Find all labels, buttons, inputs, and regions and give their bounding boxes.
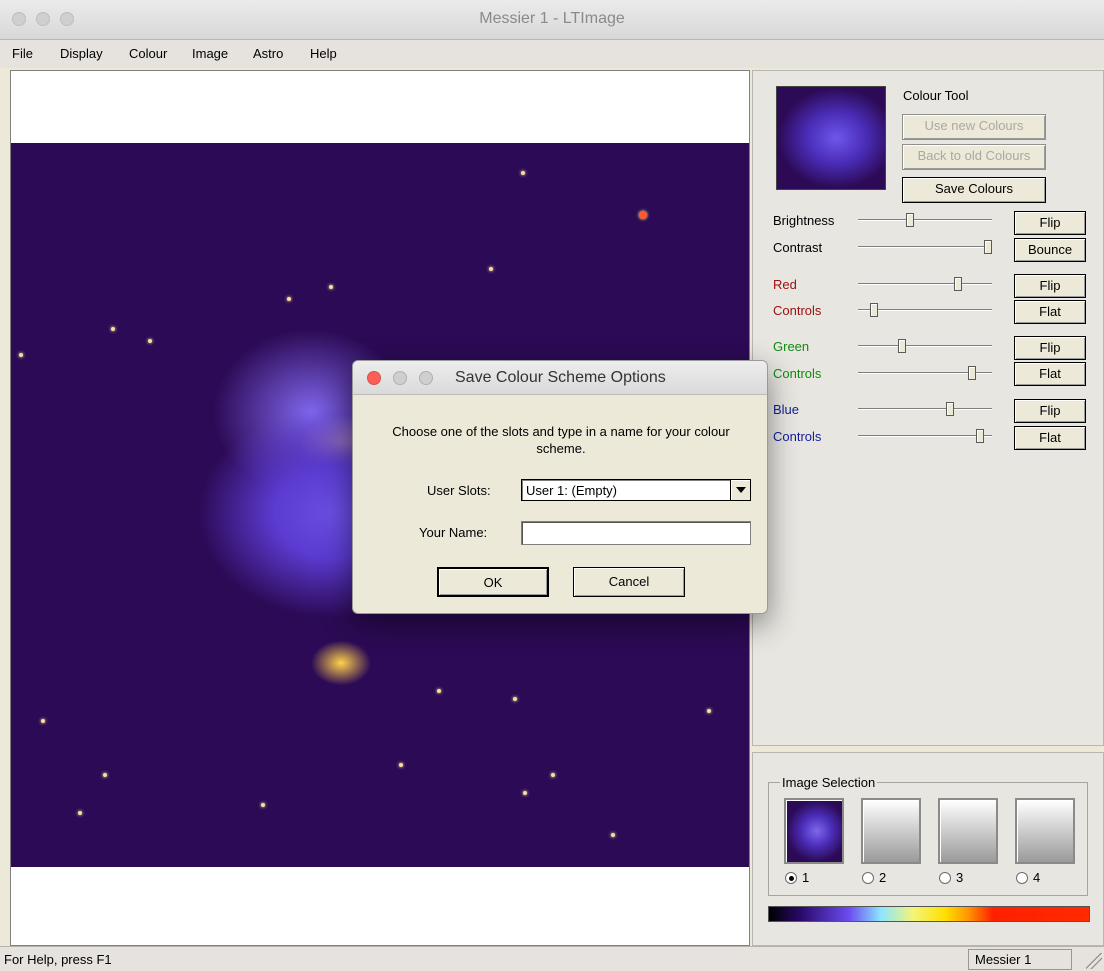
resize-grip-icon[interactable] [1086, 953, 1102, 969]
blue-slider-1[interactable] [858, 402, 992, 416]
your-name-input[interactable] [521, 521, 751, 545]
green-slider-2[interactable] [858, 366, 992, 380]
star [523, 791, 527, 795]
menu-colour[interactable]: Colour [129, 46, 167, 61]
chevron-down-icon[interactable] [730, 480, 750, 500]
star [611, 833, 615, 837]
star [489, 267, 493, 271]
star [148, 339, 152, 343]
blue-label: Blue [773, 402, 800, 417]
menu-display[interactable]: Display [60, 46, 103, 61]
star [329, 285, 333, 289]
star [287, 297, 291, 301]
menu-file[interactable]: File [12, 46, 33, 61]
image-slot-4-radio[interactable] [1016, 872, 1028, 884]
star [399, 763, 403, 767]
save-colours-button[interactable]: Save Colours [902, 177, 1046, 203]
colour-tool-title: Colour Tool [903, 88, 969, 103]
brightness-label: Brightness [773, 213, 835, 228]
red-flat-button[interactable]: Flat [1014, 300, 1086, 324]
star [41, 719, 45, 723]
user-slots-label: User Slots: [427, 483, 491, 498]
star [707, 709, 711, 713]
green-controls-label: Controls [773, 366, 822, 381]
image-slot-1-radio[interactable] [785, 872, 797, 884]
image-slot-4[interactable] [1015, 798, 1075, 864]
green-slider-1[interactable] [858, 339, 992, 353]
status-help-text: For Help, press F1 [4, 952, 112, 967]
star [437, 689, 441, 693]
status-image-name: Messier 1 [968, 949, 1072, 970]
menu-astro[interactable]: Astro [253, 46, 283, 61]
star [103, 773, 107, 777]
image-slot-1-label: 1 [802, 870, 810, 885]
star [111, 327, 115, 331]
green-label: Green [773, 339, 810, 354]
green-flip-button[interactable]: Flip [1014, 336, 1086, 360]
red-flip-button[interactable]: Flip [1014, 274, 1086, 298]
dialog-minimize-icon [393, 371, 407, 385]
star [19, 353, 23, 357]
contrast-bounce-button[interactable]: Bounce [1014, 238, 1086, 262]
red-slider-1[interactable] [858, 277, 992, 291]
star [78, 811, 82, 815]
image-slot-1[interactable] [784, 798, 844, 864]
menu-bar: File Display Colour Image Astro Help [0, 40, 1104, 68]
star [551, 773, 555, 777]
star [261, 803, 265, 807]
brightness-slider[interactable] [858, 213, 992, 227]
image-selection-title: Image Selection [780, 775, 878, 790]
menu-help[interactable]: Help [310, 46, 337, 61]
menu-image[interactable]: Image [192, 46, 228, 61]
application-window: Messier 1 - LTImage File Display Colour … [0, 0, 1104, 971]
your-name-label: Your Name: [419, 525, 488, 540]
dialog-title-bar: Save Colour Scheme Options [353, 361, 767, 395]
red-controls-label: Controls [773, 303, 822, 318]
window-title: Messier 1 - LTImage [479, 10, 625, 27]
contrast-slider[interactable] [858, 240, 992, 254]
image-slot-3-radio[interactable] [939, 872, 951, 884]
colour-scale-bar [768, 906, 1090, 922]
blue-slider-2[interactable] [858, 429, 992, 443]
image-slot-3[interactable] [938, 798, 998, 864]
star [513, 697, 517, 701]
star [639, 211, 647, 219]
brightness-flip-button[interactable]: Flip [1014, 211, 1086, 235]
title-bar: Messier 1 - LTImage [0, 0, 1104, 40]
save-colour-scheme-dialog: Save Colour Scheme Options Choose one of… [352, 360, 768, 614]
dialog-maximize-icon [419, 371, 433, 385]
dialog-message: Choose one of the slots and type in a na… [392, 424, 730, 456]
contrast-label: Contrast [773, 240, 823, 255]
star [521, 171, 525, 175]
back-to-old-colours-button[interactable]: Back to old Colours [902, 144, 1046, 170]
red-slider-2[interactable] [858, 303, 992, 317]
image-slot-2-label: 2 [879, 870, 887, 885]
use-new-colours-button[interactable]: Use new Colours [902, 114, 1046, 140]
blue-flip-button[interactable]: Flip [1014, 399, 1086, 423]
blue-controls-label: Controls [773, 429, 822, 444]
cancel-button[interactable]: Cancel [573, 567, 685, 597]
red-label: Red [773, 277, 797, 292]
user-slots-value: User 1: (Empty) [526, 483, 618, 498]
dialog-close-icon[interactable] [367, 371, 381, 385]
green-flat-button[interactable]: Flat [1014, 362, 1086, 386]
status-bar: For Help, press F1 Messier 1 [0, 946, 1104, 971]
image-slot-2-radio[interactable] [862, 872, 874, 884]
ok-button[interactable]: OK [437, 567, 549, 597]
colour-preview-thumbnail [776, 86, 886, 190]
dialog-title: Save Colour Scheme Options [455, 369, 666, 386]
image-slot-4-label: 4 [1033, 870, 1041, 885]
image-slot-3-label: 3 [956, 870, 964, 885]
image-slot-2[interactable] [861, 798, 921, 864]
blue-flat-button[interactable]: Flat [1014, 426, 1086, 450]
user-slots-select[interactable]: User 1: (Empty) [521, 479, 751, 501]
